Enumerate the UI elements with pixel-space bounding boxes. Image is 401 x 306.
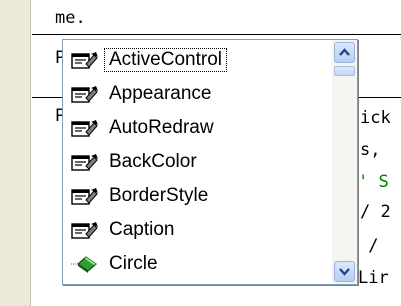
- editor-gutter: [0, 0, 31, 306]
- chevron-down-icon: [339, 268, 350, 276]
- procedure-separator: [32, 34, 401, 35]
- autocomplete-item[interactable]: Circle: [63, 247, 332, 280]
- code-line: ' S: [358, 172, 389, 192]
- property-icon: [71, 119, 98, 137]
- method-icon: [71, 255, 97, 273]
- autocomplete-item[interactable]: Appearance: [63, 77, 332, 110]
- autocomplete-item-label: BackColor: [109, 150, 197, 172]
- code-line: /: [358, 236, 379, 256]
- code-line: Lir: [358, 268, 389, 288]
- autocomplete-item[interactable]: AutoRedraw: [63, 111, 332, 144]
- scroll-down-button[interactable]: [334, 261, 355, 282]
- property-icon: [71, 153, 98, 171]
- autocomplete-item[interactable]: ActiveControl: [63, 43, 332, 76]
- autocomplete-item-label: Circle: [109, 252, 158, 274]
- autocomplete-item[interactable]: BackColor: [63, 145, 332, 178]
- autocomplete-item-label: BorderStyle: [109, 184, 209, 206]
- code-line: ick: [360, 108, 391, 128]
- scroll-up-button[interactable]: [334, 42, 355, 63]
- property-icon: [71, 187, 98, 205]
- code-line: s,: [360, 140, 381, 160]
- autocomplete-popup[interactable]: ActiveControl Appearance AutoRedraw BackCol…: [62, 39, 358, 285]
- autocomplete-item[interactable]: BorderStyle: [63, 179, 332, 212]
- autocomplete-scrollbar[interactable]: [332, 40, 357, 284]
- autocomplete-item-label: Caption: [109, 218, 175, 240]
- code-line: / 2: [360, 202, 391, 222]
- scroll-thumb[interactable]: [334, 66, 355, 76]
- property-icon: [71, 85, 98, 103]
- property-icon: [71, 51, 98, 69]
- chevron-up-icon: [339, 48, 350, 56]
- code-line: me.: [55, 8, 86, 28]
- autocomplete-item-label: ActiveControl: [104, 47, 227, 72]
- property-icon: [71, 221, 98, 239]
- autocomplete-item-label: AutoRedraw: [109, 116, 214, 138]
- autocomplete-item-label: Appearance: [109, 82, 212, 104]
- autocomplete-item[interactable]: Caption: [63, 213, 332, 246]
